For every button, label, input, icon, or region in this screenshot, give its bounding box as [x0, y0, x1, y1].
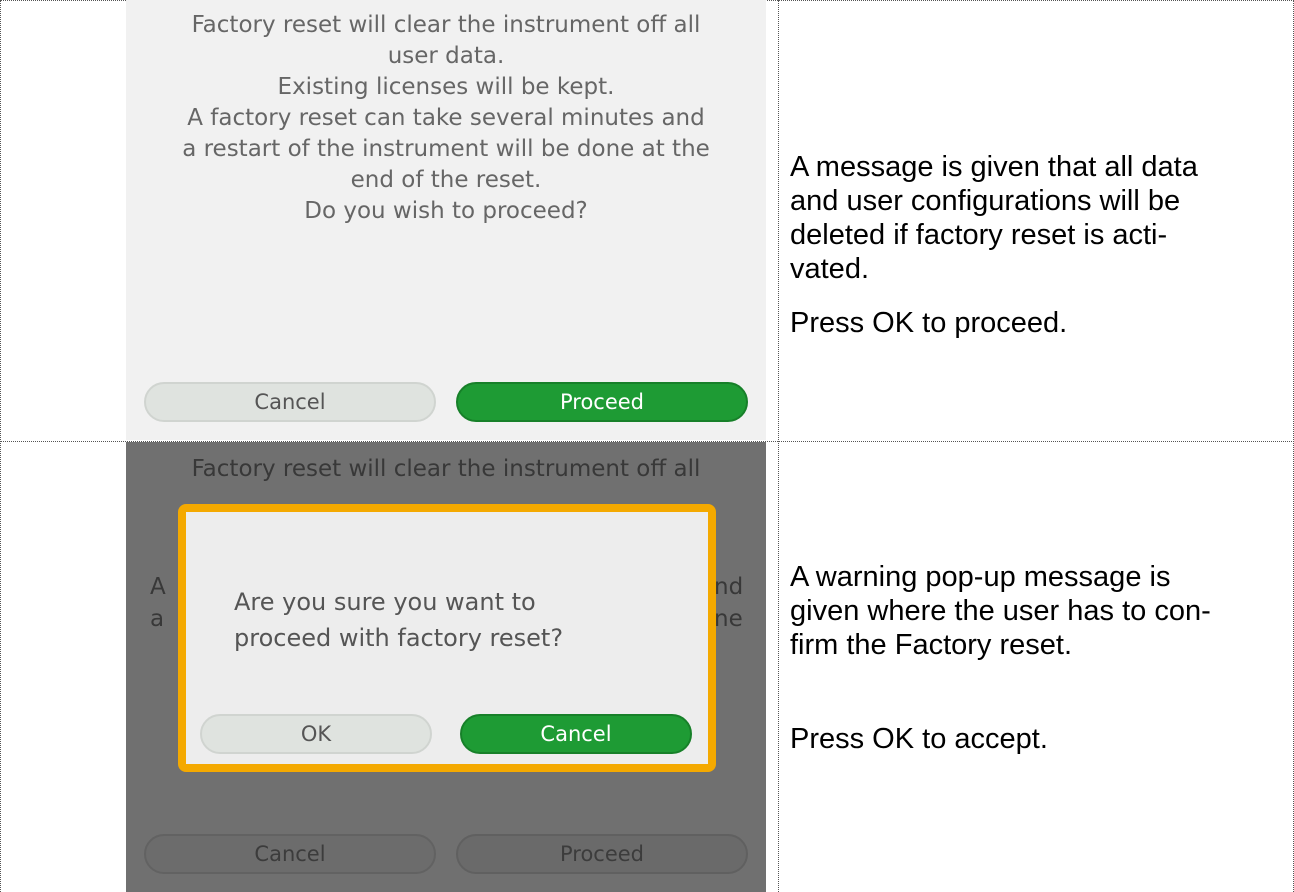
dimmed-text-fragment: nd: [714, 574, 744, 600]
row2-description: A warning pop-up message is given where …: [790, 560, 1270, 662]
dimmed-message: Factory reset will clear the instrument …: [126, 454, 766, 485]
message-line: A factory reset can take several minutes…: [187, 105, 705, 131]
message-line: end of the reset.: [350, 167, 542, 193]
proceed-button[interactable]: Proceed: [456, 382, 748, 422]
row1-instruction: Press OK to proceed.: [790, 307, 1068, 339]
dialog-question-line: proceed with factory reset?: [234, 624, 564, 652]
confirm-dialog: Are you sure you want to proceed with fa…: [178, 504, 716, 772]
description-line: firm the Factory reset.: [790, 629, 1073, 661]
message-line: Do you wish to proceed?: [304, 198, 588, 224]
dimmed-text-fragment: A: [150, 574, 166, 600]
cancel-button-dimmed: Cancel: [144, 834, 436, 874]
proceed-button-dimmed: Proceed: [456, 834, 748, 874]
description-line: vated.: [790, 253, 869, 285]
message-line: Factory reset will clear the instrument …: [191, 12, 701, 38]
factory-reset-warning-screen: Factory reset will clear the instrument …: [126, 442, 766, 892]
cancel-button[interactable]: Cancel: [144, 382, 436, 422]
dialog-cancel-button[interactable]: Cancel: [460, 714, 692, 754]
dimmed-text-fragment: a: [150, 606, 165, 632]
row1-description: A message is given that all data and use…: [790, 150, 1270, 286]
factory-reset-message: Factory reset will clear the instrument …: [126, 10, 766, 227]
ok-button[interactable]: OK: [200, 714, 432, 754]
message-line: user data.: [387, 43, 505, 69]
row2-instruction: Press OK to accept.: [790, 723, 1048, 755]
table-border-left: [0, 0, 1, 892]
message-line: Existing licenses will be kept.: [277, 74, 615, 100]
table-column-divider: [778, 0, 779, 892]
dialog-question-line: Are you sure you want to: [234, 588, 536, 616]
message-line: a restart of the instrument will be done…: [182, 136, 710, 162]
description-line: A warning pop-up message is: [790, 561, 1171, 593]
description-line: A message is given that all data: [790, 151, 1198, 183]
dimmed-message-line: Factory reset will clear the instrument …: [191, 456, 701, 482]
description-line: given where the user has to con-: [790, 595, 1211, 627]
dialog-question: Are you sure you want to proceed with fa…: [234, 584, 563, 656]
description-line: deleted if factory reset is acti-: [790, 219, 1168, 251]
factory-reset-confirm-screen: Factory reset will clear the instrument …: [126, 0, 766, 440]
dimmed-text-fragment: ne: [714, 606, 743, 632]
description-line: and user configurations will be: [790, 185, 1181, 217]
